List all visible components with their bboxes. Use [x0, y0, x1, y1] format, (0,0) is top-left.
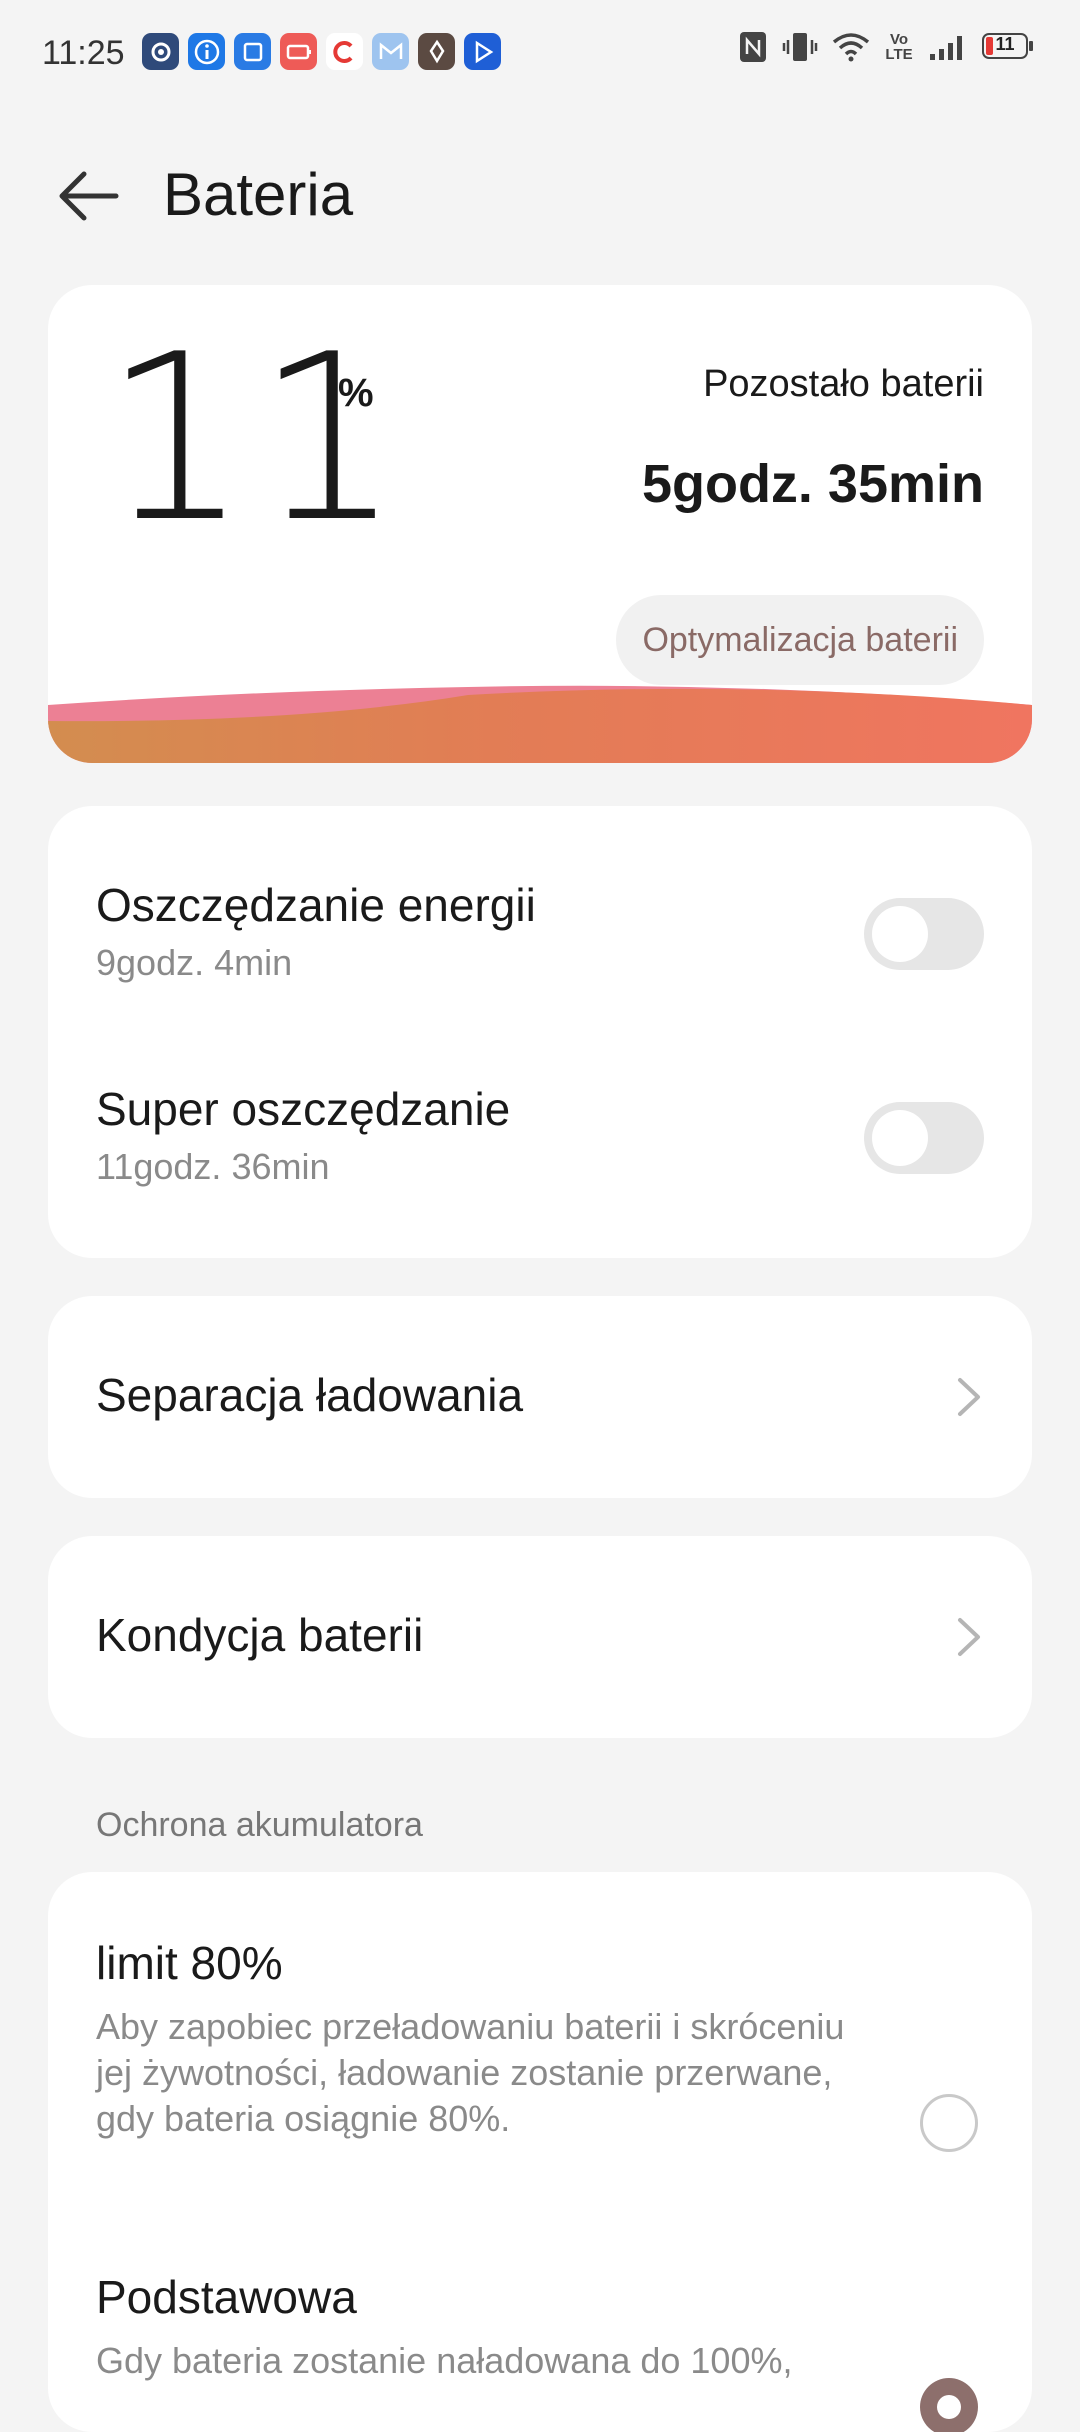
power-saving-toggle[interactable]	[864, 898, 984, 970]
battery-health-label: Kondycja baterii	[96, 1609, 424, 1661]
battery-health-item[interactable]: Kondycja baterii	[48, 1536, 1032, 1738]
settings-icon	[142, 33, 179, 70]
chevron-right-icon	[958, 1618, 980, 1656]
basic-title: Podstawowa	[96, 2271, 357, 2323]
limit80-description: Aby zapobiec przeładowaniu baterii i skr…	[96, 2006, 845, 2139]
nfc-icon	[740, 32, 766, 62]
mail-icon	[372, 33, 409, 70]
copy-icon	[234, 33, 271, 70]
status-time: 11:25	[42, 34, 125, 72]
battery-level-wave	[48, 685, 1032, 763]
signal-icon	[930, 36, 962, 60]
super-saving-label: Super oszczędzanie	[96, 1083, 511, 1135]
super-saving-toggle[interactable]	[864, 1102, 984, 1174]
limit80-radio[interactable]	[920, 2094, 978, 2152]
charge-separation-label: Separacja ładowania	[96, 1369, 524, 1421]
wifi-icon	[832, 33, 870, 62]
play-icon	[464, 33, 501, 70]
charge-separation-item[interactable]: Separacja ładowania	[48, 1296, 1032, 1498]
battery-protection-section-label: Ochrona akumulatora	[96, 1806, 423, 1844]
vibrate-icon	[782, 33, 818, 61]
basic-radio[interactable]	[920, 2378, 978, 2432]
system-status-icons: Vo LTE 11	[738, 30, 1036, 64]
power-saving-row[interactable]: Oszczędzanie energii 9godz. 4min	[96, 878, 984, 984]
battery-icon: 11	[982, 33, 1036, 61]
status-bar: 11:25 Vo LTE 11	[0, 0, 1080, 110]
optimize-battery-button[interactable]: Optymalizacja baterii	[616, 595, 984, 685]
battery-summary-card: 11 % Pozostało baterii 5godz. 35min Opty…	[48, 285, 1032, 763]
power-saving-card: Oszczędzanie energii 9godz. 4min Super o…	[48, 806, 1032, 1258]
percent-sign: %	[338, 371, 374, 415]
limit80-title: limit 80%	[96, 1937, 283, 1989]
leaf-icon	[418, 33, 455, 70]
super-saving-row[interactable]: Super oszczędzanie 11godz. 36min	[96, 1082, 984, 1188]
power-saving-subtitle: 9godz. 4min	[96, 942, 293, 983]
battery-level-text: 11	[995, 34, 1015, 54]
battery-protection-card: limit 80% Aby zapobiec przeładowaniu bat…	[48, 1872, 1032, 2432]
super-saving-subtitle: 11godz. 36min	[96, 1146, 330, 1187]
back-button[interactable]	[56, 168, 120, 224]
protection-option-basic[interactable]: Podstawowa Gdy bateria zostanie naładowa…	[96, 2270, 984, 2432]
battery-saver-icon	[280, 33, 317, 70]
basic-description: Gdy bateria zostanie naładowana do 100%,	[96, 2340, 793, 2381]
page-title: Bateria	[163, 161, 354, 228]
app-c-icon	[326, 33, 363, 70]
arrow-left-icon	[59, 171, 119, 221]
info-icon	[188, 33, 225, 70]
notification-icons	[142, 33, 501, 70]
remaining-time: 5godz. 35min	[641, 454, 984, 514]
volte-icon: Vo LTE	[885, 31, 913, 63]
protection-option-limit80[interactable]: limit 80% Aby zapobiec przeładowaniu bat…	[96, 1936, 984, 2152]
remaining-label: Pozostało baterii	[703, 363, 984, 405]
power-saving-label: Oszczędzanie energii	[96, 879, 536, 931]
battery-percent: 11	[103, 306, 408, 573]
chevron-right-icon	[958, 1378, 980, 1416]
